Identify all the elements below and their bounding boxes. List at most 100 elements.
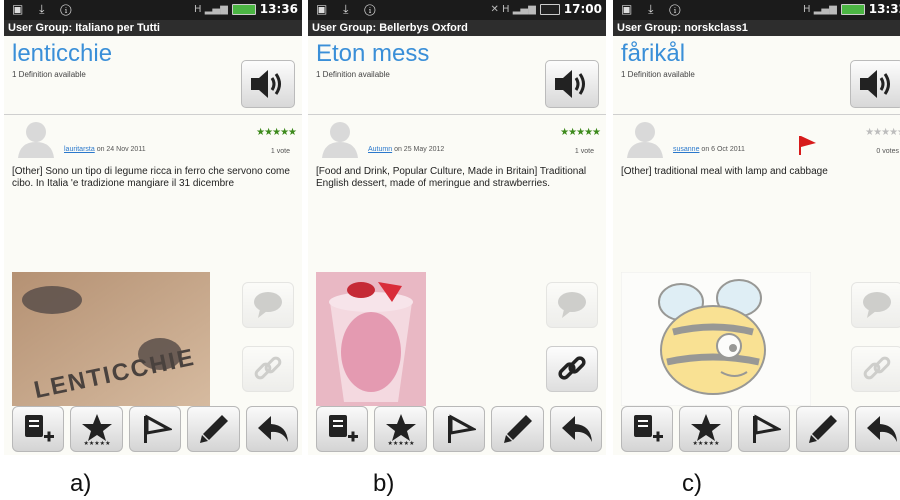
author-link[interactable]: Autumn [368,146,392,153]
vote-count: 1 vote [270,148,290,155]
author-line: susanne on 6 Oct 2011 [673,146,745,153]
add-to-notebook-button[interactable] [621,406,674,452]
rate-button[interactable]: ★★★★★ [374,406,427,452]
notification-icons: ▣ ⤓ ⓘ [316,2,382,16]
definition-text: [Other] traditional meal with lamp and c… [621,166,828,177]
rate-star-icon: ★★★★★ [386,414,417,445]
notification-icons: ▣ ⤓ ⓘ [12,2,78,16]
status-bar: ▣ ⤓ ⓘ H ▂▄▆ 13:32 [613,0,900,20]
definition-count: 1 Definition available [621,70,695,79]
divider [4,114,302,115]
chain-link-icon [558,356,586,380]
rating-stars: ★★★★★ [865,127,900,138]
signal-icon: H ▂▄▆ [194,3,228,15]
author-line: Autumn on 25 May 2012 [368,146,444,153]
battery-icon [840,3,865,15]
speech-bubble-icon [558,292,586,318]
battery-icon [231,3,256,15]
battery-icon [539,3,560,15]
definition-text: [Food and Drink, Popular Culture, Made i… [316,166,587,189]
play-sound-button[interactable] [241,60,295,108]
pencil-icon [200,415,229,443]
link-button[interactable] [242,346,294,392]
flag-button[interactable] [737,406,791,452]
back-button[interactable] [549,406,603,452]
panel-caption-a: a) [70,470,92,497]
bottom-toolbar: ★★★★★ [316,406,603,452]
back-arrow-icon [866,416,897,442]
rate-button[interactable]: ★★★★★ [679,406,732,452]
back-button[interactable] [245,406,299,452]
user-group-title: User Group: Italiano per Tutti [4,20,302,36]
back-arrow-icon [561,416,592,442]
rate-button[interactable]: ★★★★★ [70,406,123,452]
divider [613,114,900,115]
play-sound-button[interactable] [545,60,599,108]
vote-count: 0 votes [876,148,899,155]
panel-caption-c: c) [682,470,702,497]
post-date: on 25 May 2012 [394,146,445,153]
svg-text:★★★★★: ★★★★★ [84,440,111,445]
rate-star-icon: ★★★★★ [691,414,722,445]
back-button[interactable] [854,406,900,452]
flag-icon [752,414,781,443]
speech-bubble-icon [254,292,282,318]
rating-stars: ★★★★★ [256,127,297,138]
add-note-icon [329,415,358,442]
add-to-notebook-button[interactable] [316,406,369,452]
user-group-title: User Group: Bellerbys Oxford [308,20,606,36]
clock: 13:36 [259,2,298,16]
pencil-icon [504,415,533,443]
chain-link-icon [863,356,891,380]
flagged-icon[interactable] [796,134,818,156]
speech-bubble-icon [863,292,891,318]
speaker-icon [860,70,890,98]
panel-caption-b: b) [373,470,395,497]
definition-count: 1 Definition available [12,70,86,79]
edit-button[interactable] [187,406,240,452]
word-title: Eton mess [316,40,430,67]
clock: 17:00 [563,2,602,16]
vote-count: 1 vote [574,148,594,155]
avatar [322,122,358,158]
author-link[interactable]: lauritarsta [64,146,95,153]
link-button[interactable] [546,346,598,392]
speaker-icon [251,70,281,98]
edit-button[interactable] [491,406,544,452]
author-line: lauritarsta on 24 Nov 2011 [64,146,146,153]
comment-button[interactable] [546,282,598,328]
flag-button[interactable] [128,406,182,452]
definition-count: 1 Definition available [316,70,390,79]
comment-button[interactable] [242,282,294,328]
clock: 13:32 [868,2,900,16]
add-note-icon [25,415,54,442]
phone-screen-b: ▣ ⤓ ⓘ ✕ H ▂▄▆ 17:00 User Group: Bellerby… [308,0,606,455]
speaker-icon [555,70,585,98]
edit-button[interactable] [796,406,849,452]
post-date: on 6 Oct 2011 [701,146,745,153]
bottom-toolbar: ★★★★★ [12,406,299,452]
link-button[interactable] [851,346,900,392]
phone-screen-c: ▣ ⤓ ⓘ H ▂▄▆ 13:32 User Group: norskclass… [613,0,900,455]
notification-icons: ▣ ⤓ ⓘ [621,2,687,16]
avatar [18,122,54,158]
post-date: on 24 Nov 2011 [96,146,146,153]
word-title: lenticchie [12,40,113,67]
back-arrow-icon [257,416,288,442]
rate-star-icon: ★★★★★ [82,414,113,445]
phone-screen-a: ▣ ⤓ ⓘ H ▂▄▆ 13:36 User Group: Italiano p… [4,0,302,455]
definition-text: [Other] Sono un tipo di legume ricca in … [12,166,290,189]
chain-link-icon [254,356,282,380]
flag-icon [143,414,172,443]
bottom-toolbar: ★★★★★ [621,406,900,452]
play-sound-button[interactable] [850,60,900,108]
add-to-notebook-button[interactable] [12,406,65,452]
flag-button[interactable] [432,406,486,452]
author-link[interactable]: susanne [673,146,699,153]
svg-text:★★★★★: ★★★★★ [693,440,720,445]
comment-button[interactable] [851,282,900,328]
svg-text:★★★★★: ★★★★★ [388,440,415,445]
rating-stars: ★★★★★ [560,127,601,138]
signal-icon: H ▂▄▆ [803,3,837,15]
avatar [627,122,663,158]
